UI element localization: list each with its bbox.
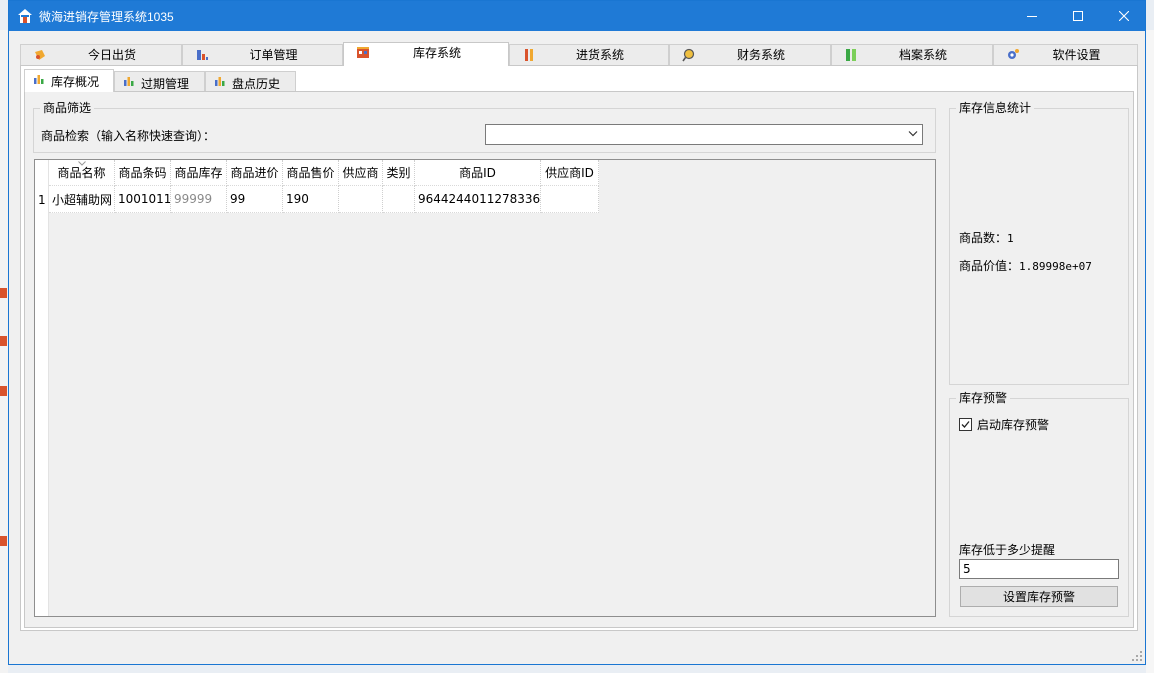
checkbox-box[interactable] — [959, 418, 972, 431]
row-number: 1 — [38, 193, 46, 207]
set-warning-button[interactable]: 设置库存预警 — [960, 586, 1118, 607]
tab-finance-system[interactable]: 财务系统 — [669, 44, 831, 65]
tab-today-shipping[interactable]: 今日出货 — [20, 44, 182, 65]
cell-barcode[interactable]: 1001011 — [115, 186, 171, 213]
column-header-product-name[interactable]: 商品名称 — [49, 160, 115, 186]
desktop-app-icon[interactable] — [0, 336, 7, 346]
inventory-tab-panel: 库存概况 过期管理 盘点历史 商品筛选 商品检索（输入名称快速查询）： 商品名称… — [20, 65, 1138, 631]
column-header-barcode[interactable]: 商品条码 — [115, 160, 171, 186]
desktop-app-icon[interactable] — [0, 536, 7, 546]
close-icon — [1119, 11, 1129, 21]
app-window: 微海进销存管理系统1035 今日出货 订单管理 库存系统 进货系统 财务系统 档… — [8, 0, 1146, 665]
cell-product-id[interactable]: 96442440112783360 — [415, 186, 541, 213]
desktop-left-strip — [0, 30, 8, 673]
sub-tab-bar: 库存概况 过期管理 盘点历史 — [24, 69, 524, 92]
product-search-combobox[interactable] — [485, 124, 923, 145]
minimize-button[interactable] — [1009, 1, 1055, 31]
chart-icon — [34, 75, 44, 84]
desktop-app-icon[interactable] — [0, 386, 7, 396]
window-title: 微海进销存管理系统1035 — [39, 10, 174, 24]
tab-software-settings[interactable]: 软件设置 — [993, 44, 1138, 65]
chart-icon — [124, 77, 134, 86]
product-filter-group: 商品筛选 商品检索（输入名称快速查询）： — [33, 101, 936, 153]
cell-sale-price[interactable]: 190 — [283, 186, 339, 213]
tab-inventory-system[interactable]: 库存系统 — [343, 42, 509, 66]
stock-warning-title: 库存预警 — [956, 391, 1011, 405]
product-count: 商品数：1 — [959, 231, 1014, 245]
tab-order-management[interactable]: 订单管理 — [182, 44, 343, 65]
desktop-app-icon[interactable] — [0, 288, 7, 298]
title-bar[interactable]: 微海进销存管理系统1035 — [9, 1, 1145, 31]
column-header-supplier-id[interactable]: 供应商ID — [541, 160, 599, 186]
column-header-sale-price[interactable]: 商品售价 — [283, 160, 339, 186]
cell-stock[interactable]: 99999 — [171, 186, 227, 213]
column-header-cost-price[interactable]: 商品进价 — [227, 160, 283, 186]
product-search-label: 商品检索（输入名称快速查询）： — [41, 129, 216, 143]
stock-warning-group: 库存预警 启动库存预警 库存低于多少提醒 5 设置库存预警 — [949, 391, 1129, 617]
chart-icon — [215, 77, 225, 86]
enable-warning-checkbox[interactable]: 启动库存预警 — [959, 416, 1049, 433]
subtab-stocktake-history[interactable]: 盘点历史 — [205, 71, 296, 91]
inventory-overview-panel: 商品筛选 商品检索（输入名称快速查询）： 商品名称 商品条码 商品库存 商品进价… — [24, 91, 1134, 628]
cell-cost-price[interactable]: 99 — [227, 186, 283, 213]
inventory-stats-group: 库存信息统计 商品数：1 商品价值：1.89998e+07 — [949, 101, 1129, 385]
cell-product-name[interactable]: 小超辅助网 — [49, 186, 115, 213]
table-header: 商品名称 商品条码 商品库存 商品进价 商品售价 供应商 类别 商品ID 供应商… — [49, 160, 599, 186]
inventory-table[interactable]: 商品名称 商品条码 商品库存 商品进价 商品售价 供应商 类别 商品ID 供应商… — [34, 159, 936, 617]
column-header-category[interactable]: 类别 — [383, 160, 415, 186]
threshold-label: 库存低于多少提醒 — [959, 543, 1056, 557]
product-value: 商品价值：1.89998e+07 — [959, 259, 1092, 273]
close-button[interactable] — [1101, 1, 1147, 31]
minimize-icon — [1027, 16, 1037, 17]
subtab-expiry-management[interactable]: 过期管理 — [114, 71, 205, 91]
column-header-stock[interactable]: 商品库存 — [171, 160, 227, 186]
resize-grip-icon[interactable] — [1131, 650, 1143, 662]
threshold-input[interactable]: 5 — [959, 559, 1119, 579]
subtab-inventory-overview[interactable]: 库存概况 — [24, 69, 114, 92]
chevron-down-icon — [908, 131, 918, 137]
home-icon — [18, 9, 32, 23]
tab-purchase-system[interactable]: 进货系统 — [509, 44, 669, 65]
desktop-right-strip — [1146, 30, 1154, 673]
column-header-supplier[interactable]: 供应商 — [339, 160, 383, 186]
tab-archive-system[interactable]: 档案系统 — [831, 44, 993, 65]
maximize-button[interactable] — [1055, 1, 1101, 31]
row-header-column — [35, 160, 49, 616]
maximize-icon — [1073, 11, 1083, 21]
product-filter-title: 商品筛选 — [40, 101, 95, 115]
cell-supplier[interactable] — [339, 186, 383, 213]
cell-category[interactable] — [383, 186, 415, 213]
main-tab-bar: 今日出货 订单管理 库存系统 进货系统 财务系统 档案系统 软件设置 — [20, 42, 1138, 66]
sort-caret-icon — [78, 161, 86, 166]
inventory-stats-title: 库存信息统计 — [956, 101, 1035, 115]
cell-supplier-id[interactable] — [541, 186, 599, 213]
checkmark-icon — [961, 421, 970, 428]
column-header-product-id[interactable]: 商品ID — [415, 160, 541, 186]
table-row[interactable]: 小超辅助网 1001011 99999 99 190 9644244011278… — [49, 186, 599, 213]
